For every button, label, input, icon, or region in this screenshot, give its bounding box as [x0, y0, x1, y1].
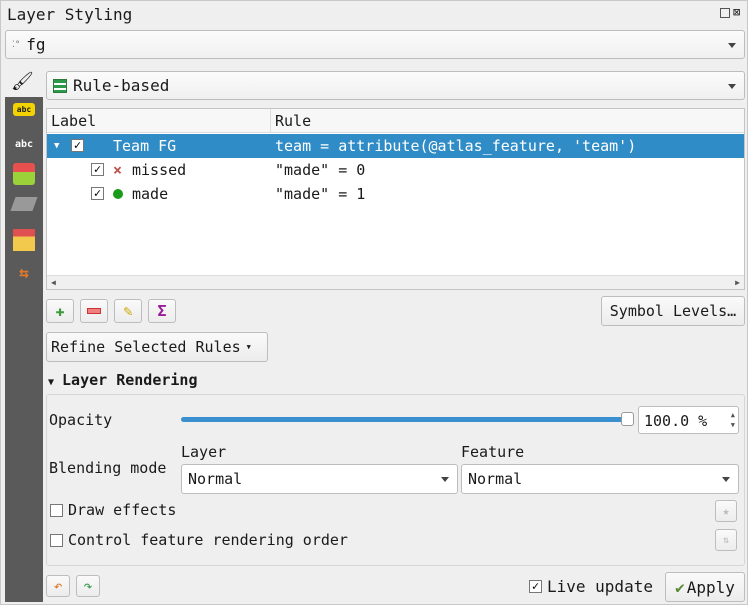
apply-button[interactable]: ✔ Apply: [665, 572, 745, 602]
control-order-checkbox[interactable]: [50, 534, 63, 547]
rule-checkbox[interactable]: ✓: [71, 139, 84, 152]
tree-row[interactable]: ✓ × missed "made" = 0: [47, 158, 744, 182]
draw-effects-checkbox[interactable]: [50, 504, 63, 517]
chevron-down-icon: [728, 83, 736, 89]
rule-checkbox[interactable]: ✓: [91, 163, 104, 176]
rule-checkbox[interactable]: ✓: [91, 187, 104, 200]
layer-blend-label: Layer: [181, 443, 227, 461]
checkmark-icon: ✔: [675, 577, 685, 597]
cross-symbol-icon: ×: [113, 161, 123, 179]
chevron-down-icon: ▼: [246, 343, 251, 351]
count-features-button[interactable]: Σ: [148, 299, 176, 323]
chevron-down-icon: [441, 477, 449, 482]
rules-tree[interactable]: Label Rule ▼ ✓ Team FG team = attribute(…: [46, 108, 745, 290]
masks-icon[interactable]: abc: [13, 133, 35, 155]
sidebar: abc abc ⇆: [5, 97, 43, 602]
control-order-label[interactable]: Control feature rendering order: [68, 531, 348, 549]
panel-title: Layer Styling: [7, 5, 133, 24]
order-by-button[interactable]: ⇅: [715, 529, 737, 551]
3d-view-icon[interactable]: [13, 163, 35, 185]
diagrams-icon[interactable]: [10, 197, 38, 211]
opacity-spinbox[interactable]: 100.0 % ▲ ▼: [638, 406, 739, 434]
layer-blend-select[interactable]: Normal: [181, 464, 458, 494]
feature-blend-select[interactable]: Normal: [461, 464, 739, 494]
column-header-label[interactable]: Label: [51, 112, 96, 130]
chevron-down-icon: [728, 42, 736, 48]
collapse-arrow-icon: ▼: [48, 377, 55, 388]
layer-select[interactable]: ⁚° fg: [5, 30, 745, 59]
tree-header: Label Rule: [47, 109, 744, 133]
draw-effects-label[interactable]: Draw effects: [68, 501, 176, 519]
symbology-tab-icon[interactable]: 🖌: [11, 71, 34, 92]
edit-rule-button[interactable]: ✎: [114, 299, 142, 323]
effects-button[interactable]: ★: [715, 500, 737, 522]
minus-icon: [87, 308, 101, 314]
float-icon[interactable]: [720, 8, 730, 18]
circle-symbol-icon: [113, 189, 123, 199]
horizontal-scrollbar[interactable]: ◀ ▶: [47, 275, 744, 289]
column-header-rule[interactable]: Rule: [275, 112, 311, 130]
renderer-select[interactable]: Rule-based: [46, 71, 745, 100]
live-update-label[interactable]: Live update: [547, 577, 653, 596]
opacity-slider[interactable]: [181, 417, 627, 422]
undo-button[interactable]: ↶: [46, 575, 70, 597]
labels-icon[interactable]: abc: [13, 103, 35, 116]
opacity-slider-handle[interactable]: [621, 412, 634, 426]
refine-rules-button[interactable]: Refine Selected Rules ▼: [46, 332, 268, 362]
history-icon[interactable]: ⇆: [13, 261, 35, 283]
rule-based-icon: [53, 78, 67, 93]
fields-icon[interactable]: [13, 229, 35, 251]
feature-blend-label: Feature: [461, 443, 525, 461]
spin-arrows-icon[interactable]: ▲ ▼: [731, 410, 735, 430]
tree-row[interactable]: ✓ made "made" = 1: [47, 182, 744, 206]
expand-arrow-icon[interactable]: ▼: [54, 141, 59, 151]
layer-rendering-header[interactable]: ▼ Layer Rendering: [48, 371, 198, 389]
blending-label: Blending mode: [49, 459, 167, 477]
remove-rule-button[interactable]: [80, 299, 108, 323]
redo-button[interactable]: ↷: [76, 575, 100, 597]
point-layer-icon: ⁚°: [12, 39, 21, 50]
add-rule-button[interactable]: ✚: [46, 299, 74, 323]
symbol-levels-button[interactable]: Symbol Levels…: [601, 296, 745, 326]
chevron-down-icon: [722, 477, 730, 482]
live-update-checkbox[interactable]: ✓: [529, 580, 542, 593]
close-icon[interactable]: ⊠: [733, 5, 740, 19]
opacity-label: Opacity: [49, 411, 113, 429]
tree-row[interactable]: ▼ ✓ Team FG team = attribute(@atlas_feat…: [47, 134, 744, 158]
